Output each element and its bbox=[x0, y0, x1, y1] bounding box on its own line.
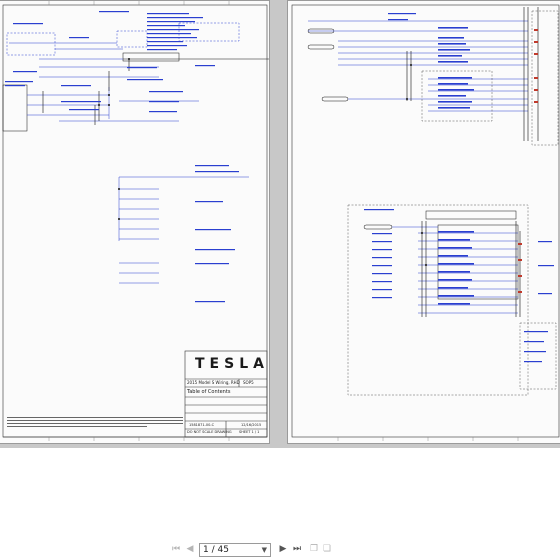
pdf-page-right bbox=[287, 0, 560, 444]
wiring-diagram-left bbox=[2, 1, 269, 441]
pdf-viewer: TESLA 2015 Model S Wiring, RHD SOP5 Tabl… bbox=[0, 0, 560, 560]
tesla-logo: TESLA bbox=[195, 356, 269, 372]
doc-number: 1581871-00-C bbox=[189, 423, 215, 427]
scale-note: DO NOT SCALE DRAWING bbox=[187, 430, 232, 434]
title-model: 2015 Model S Wiring, RHD bbox=[187, 380, 240, 385]
sheet-number: SHEET 1 / 1 bbox=[239, 430, 260, 434]
sheet-title: Table of Contents bbox=[187, 389, 231, 395]
first-page-icon[interactable]: ⏮ bbox=[170, 543, 182, 555]
wiring-diagram-right bbox=[291, 4, 560, 441]
pdf-page-left: TESLA 2015 Model S Wiring, RHD SOP5 Tabl… bbox=[0, 0, 270, 444]
copy-icon[interactable]: ❐ bbox=[308, 543, 320, 555]
next-page-icon[interactable]: ▶ bbox=[277, 543, 289, 555]
chevron-down-icon: ▼ bbox=[261, 546, 267, 554]
prev-page-icon[interactable]: ◀ bbox=[184, 543, 196, 555]
page-indicator: 1 / 45 bbox=[203, 545, 229, 555]
document-canvas[interactable]: TESLA 2015 Model S Wiring, RHD SOP5 Tabl… bbox=[0, 0, 560, 448]
title-variant: SOP5 bbox=[243, 380, 254, 385]
doc-date: 12/16/2015 bbox=[241, 423, 262, 427]
page-number-select[interactable]: 1 / 45 ▼ bbox=[199, 543, 271, 557]
fit-page-icon[interactable]: ❏ bbox=[321, 543, 333, 555]
last-page-icon[interactable]: ⏭ bbox=[291, 543, 303, 555]
